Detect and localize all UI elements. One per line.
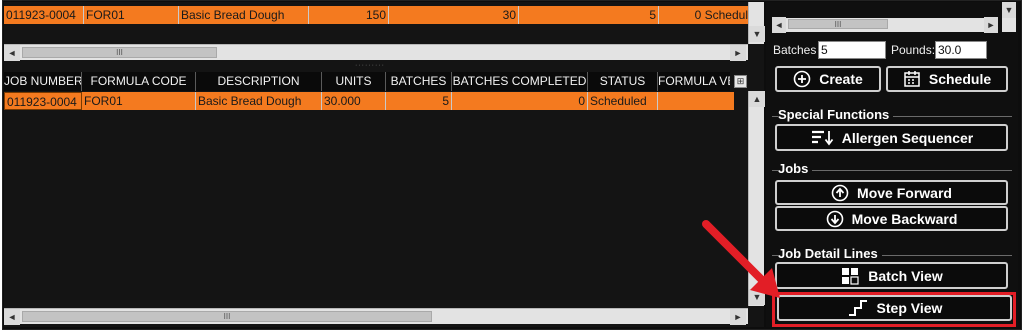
batches-cell: 5 xyxy=(386,92,452,110)
formula-code-cell: FOR01 xyxy=(82,92,196,110)
top-grid-row[interactable]: 011923-0004 FOR01 Basic Bread Dough 150 … xyxy=(4,6,750,24)
up-circle-icon xyxy=(831,184,849,201)
pounds-label: Pounds: xyxy=(891,43,936,57)
pounds-field[interactable] xyxy=(935,41,987,59)
schedule-button[interactable]: Schedule xyxy=(886,66,1008,92)
column-chooser-icon[interactable]: ⊞ xyxy=(734,75,747,88)
scroll-left-icon[interactable]: ◄ xyxy=(772,17,786,33)
scroll-right-icon[interactable]: ► xyxy=(730,309,746,325)
scroll-right-icon[interactable]: ► xyxy=(730,45,746,61)
column-header-description[interactable]: DESCRIPTION xyxy=(196,72,322,91)
column-header-batches[interactable]: BATCHES xyxy=(386,72,452,91)
batch-view-button[interactable]: Batch View xyxy=(775,262,1008,289)
allergen-sequencer-label: Allergen Sequencer xyxy=(841,129,974,146)
job-number-cell: 011923-0004 xyxy=(4,92,82,110)
panel-vertical-scrollbar[interactable]: ▼ xyxy=(1002,2,1016,32)
units-cell: 150 xyxy=(309,6,389,24)
batches-cell: 30 xyxy=(389,6,519,24)
description-cell: Basic Bread Dough xyxy=(179,6,309,24)
plus-circle-icon xyxy=(793,70,811,88)
column-header-formula-code[interactable]: FORMULA CODE xyxy=(82,72,196,91)
detail-grid-row[interactable]: 011923-0004 FOR01 Basic Bread Dough 30.0… xyxy=(4,92,734,110)
job-detail-lines-heading: Job Detail Lines xyxy=(778,246,882,261)
scroll-up-icon[interactable]: ▲ xyxy=(749,91,765,107)
scroll-thumb[interactable]: III xyxy=(22,311,432,322)
move-forward-button[interactable]: Move Forward xyxy=(775,180,1008,205)
special-functions-heading: Special Functions xyxy=(778,107,894,122)
scroll-down-icon[interactable]: ▼ xyxy=(1002,2,1016,18)
scroll-right-icon[interactable]: ► xyxy=(984,17,998,33)
formula-code-cell: FOR01 xyxy=(84,6,179,24)
down-circle-icon xyxy=(826,210,843,227)
move-backward-label: Move Backward xyxy=(851,210,958,227)
column-header-job-number[interactable]: JOB NUMBER xyxy=(4,72,82,91)
batches-completed-cell: 5 xyxy=(519,6,659,24)
description-cell: Basic Bread Dough xyxy=(196,92,322,110)
panel-horizontal-scrollbar[interactable]: ◄ III ► xyxy=(772,17,998,33)
column-header-batches-completed[interactable]: BATCHES COMPLETED xyxy=(452,72,588,91)
status-cell: Scheduled xyxy=(588,92,658,110)
step-view-highlight xyxy=(772,292,1016,327)
job-number-cell: 011923-0004 xyxy=(4,6,84,24)
batches-label: Batches xyxy=(773,43,817,57)
batches-completed-cell: 0 xyxy=(452,92,588,110)
column-header-units[interactable]: UNITS xyxy=(322,72,386,91)
top-grid-vertical-scrollbar[interactable]: ▼ xyxy=(748,2,765,44)
formula-version-cell xyxy=(658,92,734,110)
callout-arrow-icon xyxy=(702,220,780,298)
top-grid-horizontal-scrollbar[interactable]: ◄ III ► xyxy=(4,44,748,61)
scroll-down-icon[interactable]: ▼ xyxy=(749,26,765,42)
detail-grid-horizontal-scrollbar[interactable]: ◄ III ► xyxy=(4,308,748,325)
scroll-left-icon[interactable]: ◄ xyxy=(4,45,20,61)
detail-grid-header: JOB NUMBER FORMULA CODE DESCRIPTION UNIT… xyxy=(4,72,730,91)
grid-icon xyxy=(842,267,859,285)
sort-down-icon xyxy=(811,130,833,145)
schedule-label: Schedule xyxy=(928,71,992,87)
allergen-sequencer-button[interactable]: Allergen Sequencer xyxy=(775,124,1008,151)
jobs-heading: Jobs xyxy=(778,161,813,176)
units-cell: 30.000 xyxy=(322,92,386,110)
column-header-formula-version[interactable]: FORMULA VE xyxy=(658,72,730,91)
create-button[interactable]: Create xyxy=(775,66,881,92)
scroll-thumb[interactable]: III xyxy=(22,47,217,58)
create-label: Create xyxy=(819,71,863,87)
scroll-left-icon[interactable]: ◄ xyxy=(4,309,20,325)
move-backward-button[interactable]: Move Backward xyxy=(775,206,1008,231)
batch-view-label: Batch View xyxy=(868,267,943,284)
calendar-icon xyxy=(904,71,920,87)
batches-field[interactable] xyxy=(818,41,886,59)
splitter-grip[interactable]: ········· xyxy=(330,62,410,69)
scroll-thumb[interactable]: III xyxy=(788,19,888,29)
column-header-status[interactable]: STATUS xyxy=(588,72,658,91)
status-cell: 0 Schedul xyxy=(694,8,748,22)
move-forward-label: Move Forward xyxy=(857,184,952,201)
